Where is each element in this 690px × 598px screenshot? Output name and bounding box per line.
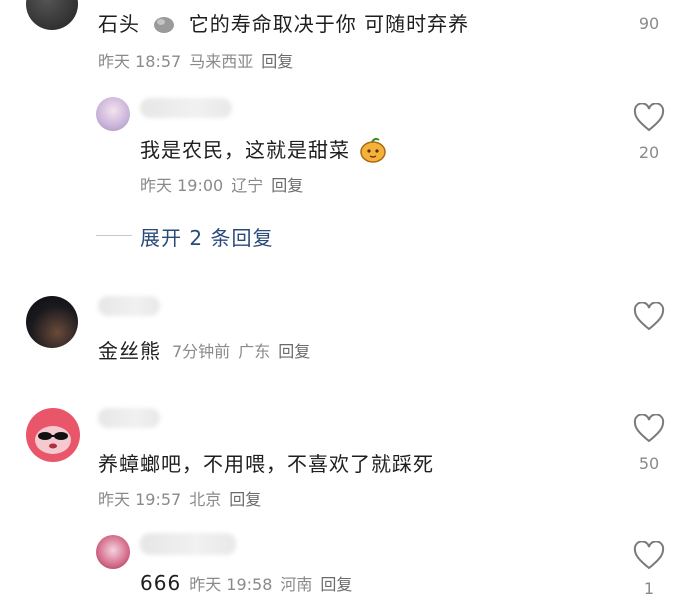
- reply-button[interactable]: 回复: [229, 490, 261, 509]
- heart-outline-icon[interactable]: [633, 102, 665, 133]
- heart-outline-icon[interactable]: [633, 301, 665, 332]
- reply-button[interactable]: 回复: [261, 52, 293, 71]
- comment-meta: 昨天 19:57 北京 回复: [98, 486, 269, 510]
- avatar[interactable]: [96, 535, 130, 569]
- comment-text: 石头 它的寿命取决于你 可随时弃养: [98, 8, 469, 37]
- like-count: 1: [643, 579, 655, 598]
- fruit-emoji-icon: [359, 137, 387, 163]
- avatar[interactable]: [26, 296, 78, 348]
- comment-text-part: 我是农民，这就是甜菜: [140, 138, 350, 162]
- comment-text: 我是农民，这就是甜菜: [140, 134, 387, 163]
- timestamp: 昨天 19:00: [140, 176, 224, 195]
- reply-button[interactable]: 回复: [320, 575, 352, 594]
- location: 北京: [189, 490, 222, 509]
- location: 河南: [280, 575, 313, 594]
- timestamp: 昨天 18:57: [98, 52, 182, 71]
- like-count: 20: [638, 143, 660, 162]
- stone-emoji-icon: [153, 13, 175, 33]
- expand-divider: [96, 235, 132, 236]
- reply-button[interactable]: 回复: [271, 176, 303, 195]
- comment-text: 666: [140, 571, 182, 595]
- username-blurred: [98, 408, 160, 428]
- like-count: 50: [638, 454, 660, 473]
- expand-replies-button[interactable]: 展开 2 条回复: [140, 222, 273, 251]
- comment-meta: 666 昨天 19:58 河南 回复: [140, 571, 360, 595]
- avatar[interactable]: [96, 97, 130, 131]
- username-blurred: [140, 98, 232, 118]
- timestamp: 7分钟前: [172, 342, 231, 361]
- comment-meta: 昨天 18:57 马来西亚 回复: [98, 48, 301, 72]
- heart-outline-icon[interactable]: [633, 540, 665, 571]
- comment-meta: 7分钟前 广东 回复: [172, 338, 318, 362]
- location: 马来西亚: [189, 52, 254, 71]
- avatar[interactable]: [26, 408, 80, 462]
- username-blurred: [140, 533, 236, 555]
- timestamp: 昨天 19:58: [189, 575, 273, 594]
- location: 广东: [238, 342, 271, 361]
- like-count: 90: [638, 14, 660, 33]
- username-blurred: [98, 296, 160, 316]
- comment-text: 金丝熊: [98, 339, 161, 363]
- comment-text-part: 石头: [98, 12, 140, 36]
- comment-text-part: 它的寿命取决于你 可随时弃养: [188, 12, 470, 36]
- reply-button[interactable]: 回复: [278, 342, 310, 361]
- timestamp: 昨天 19:57: [98, 490, 182, 509]
- comment-text: 养蟑螂吧，不用喂，不喜欢了就踩死: [98, 452, 434, 476]
- location: 辽宁: [231, 176, 264, 195]
- avatar[interactable]: [26, 0, 78, 30]
- comment-meta: 昨天 19:00 辽宁 回复: [140, 172, 311, 196]
- heart-outline-icon[interactable]: [633, 413, 665, 444]
